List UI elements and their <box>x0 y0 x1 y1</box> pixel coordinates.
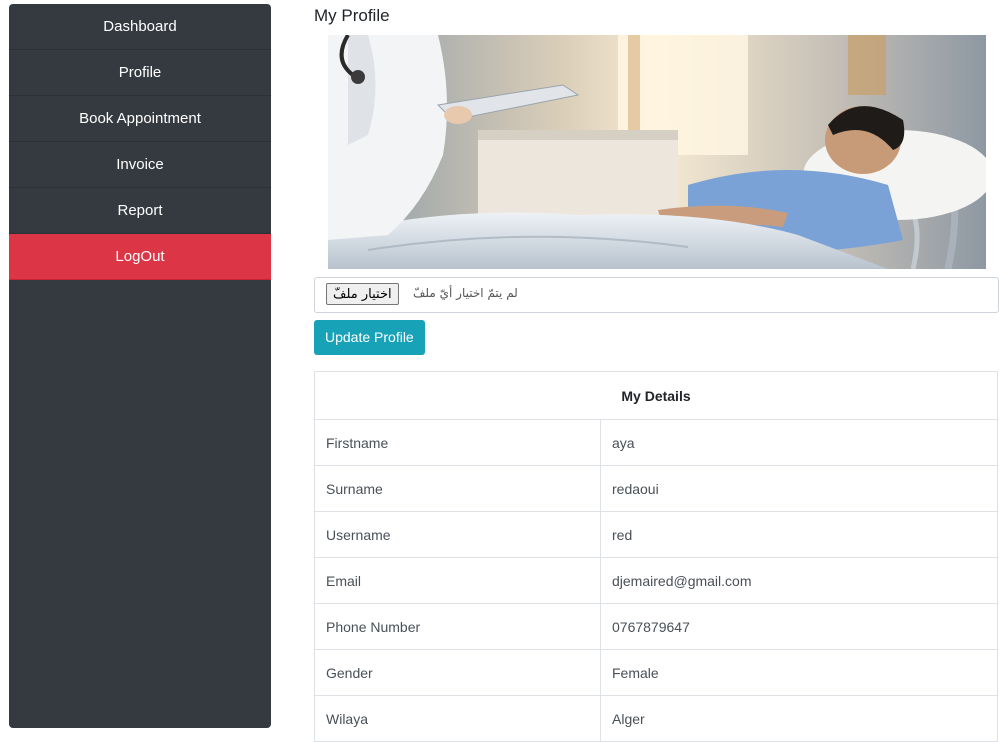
page-title: My Profile <box>314 6 390 25</box>
table-row: Username red <box>314 511 998 558</box>
row-value: djemaired@gmail.com <box>600 557 998 604</box>
sidebar-item-invoice[interactable]: Invoice <box>9 142 271 188</box>
row-label: Username <box>314 511 601 558</box>
row-value: 0767879647 <box>600 603 998 650</box>
details-header-row: My Details <box>314 371 998 420</box>
sidebar-item-dashboard[interactable]: Dashboard <box>9 4 271 50</box>
sidebar-item-book-appointment[interactable]: Book Appointment <box>9 96 271 142</box>
row-label: Email <box>314 557 601 604</box>
table-row: Surname redaoui <box>314 465 998 512</box>
sidebar-item-report[interactable]: Report <box>9 188 271 234</box>
table-row: Email djemaired@gmail.com <box>314 557 998 604</box>
row-value: Alger <box>600 695 998 742</box>
table-row: Phone Number 0767879647 <box>314 603 998 650</box>
sidebar: Dashboard Profile Book Appointment Invoi… <box>9 4 271 728</box>
row-value: aya <box>600 419 998 466</box>
row-value: red <box>600 511 998 558</box>
row-value: Female <box>600 649 998 696</box>
update-profile-button[interactable]: Update Profile <box>314 320 425 355</box>
table-row: Wilaya Alger <box>314 695 998 742</box>
details-heading: My Details <box>314 371 998 420</box>
row-label: Phone Number <box>314 603 601 650</box>
row-value: redaoui <box>600 465 998 512</box>
table-row: Gender Female <box>314 649 998 696</box>
details-table: My Details Firstname aya Surname redaoui… <box>314 371 998 742</box>
row-label: Surname <box>314 465 601 512</box>
choose-file-button[interactable]: اختيار ملفّ <box>326 283 399 305</box>
sidebar-item-logout[interactable]: LogOut <box>9 234 271 280</box>
row-label: Wilaya <box>314 695 601 742</box>
sidebar-item-profile[interactable]: Profile <box>9 50 271 96</box>
row-label: Firstname <box>314 419 601 466</box>
table-row: Firstname aya <box>314 419 998 466</box>
row-label: Gender <box>314 649 601 696</box>
profile-photo-file-input[interactable]: اختيار ملفّ لم يتمّ اختيار أيّ ملفّ <box>314 277 999 313</box>
profile-hero-image <box>328 35 986 269</box>
file-status-text: لم يتمّ اختيار أيّ ملفّ <box>413 286 518 300</box>
